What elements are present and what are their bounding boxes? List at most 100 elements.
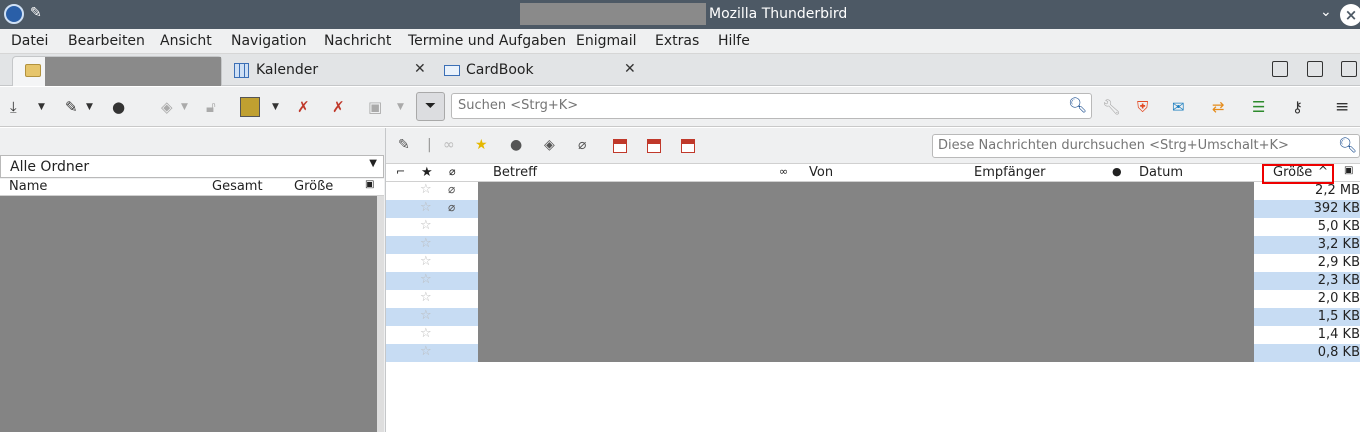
column-empfaenger[interactable]: Empfänger: [974, 165, 1046, 180]
star-icon[interactable]: ☆: [420, 218, 432, 233]
folder-scrollbar[interactable]: [377, 196, 384, 432]
message-size: 2,0 KB: [1317, 291, 1360, 306]
tasks-icon[interactable]: [1307, 61, 1323, 77]
unread-filter-icon[interactable]: ∞: [443, 137, 455, 153]
read-column-icon[interactable]: ∞: [779, 165, 788, 178]
dropdown-icon[interactable]: ▼: [397, 97, 404, 117]
message-size: 0,8 KB: [1317, 345, 1360, 360]
dropdown-icon[interactable]: ▼: [181, 97, 188, 117]
tab-kalender[interactable]: Kalender ✕: [226, 56, 434, 86]
star-icon[interactable]: ☆: [420, 182, 432, 197]
dropdown-icon[interactable]: ▼: [272, 97, 279, 117]
column-groesse-highlighted[interactable]: Größe ^: [1262, 164, 1334, 184]
column-betreff[interactable]: Betreff: [493, 165, 537, 180]
folder-tree-redacted[interactable]: [0, 196, 377, 432]
chevron-down-icon: ▼: [369, 158, 377, 169]
column-picker-icon[interactable]: ▣: [365, 179, 374, 190]
menu-ansicht[interactable]: Ansicht: [160, 33, 212, 49]
redacted-message-details: [478, 182, 1254, 362]
column-gesamt[interactable]: Gesamt: [212, 179, 263, 194]
star-icon[interactable]: ☆: [420, 236, 432, 251]
wrench-icon[interactable]: 🔧︎: [1102, 97, 1121, 117]
attachment-filter-icon[interactable]: ⌀: [578, 137, 586, 153]
close-tab-icon[interactable]: ✕: [414, 61, 426, 77]
star-filter-icon[interactable]: ★: [475, 137, 488, 153]
quick-filter-bar: ✎ | ∞ ★ ● ◈ ⌀ 🔍︎: [386, 128, 1360, 164]
tab-mail[interactable]: [12, 56, 222, 86]
message-pane: ✎ | ∞ ★ ● ◈ ⌀ 🔍︎ ⌐ ★ ⌀ Betreff ∞ Von Emp…: [386, 128, 1360, 432]
folder-icon: [25, 64, 41, 77]
tab-label: CardBook: [466, 62, 534, 78]
star-icon[interactable]: ☆: [420, 344, 432, 359]
close-tab-icon[interactable]: ✕: [624, 61, 636, 77]
thunderbird-icon: [4, 4, 24, 24]
star-column-icon[interactable]: ★: [421, 165, 433, 180]
menu-navigation[interactable]: Navigation: [231, 33, 307, 49]
column-von[interactable]: Von: [809, 165, 833, 180]
tab-bar: Kalender ✕ CardBook ✕: [0, 54, 1360, 86]
pin-icon[interactable]: ✎: [30, 5, 42, 21]
delete-icon[interactable]: ✗: [297, 97, 310, 117]
column-picker-icon[interactable]: ▣: [1344, 165, 1353, 176]
search-input[interactable]: [458, 98, 1058, 113]
thread-column-icon[interactable]: ⌐: [396, 165, 405, 178]
message-search[interactable]: 🔍︎: [932, 134, 1360, 158]
lock-icon[interactable]: 🔓︎: [206, 97, 216, 117]
attachment-column-icon[interactable]: ⌀: [449, 165, 456, 178]
get-messages-icon[interactable]: ⤓: [10, 97, 17, 117]
calendar-icon: [234, 63, 249, 78]
search-icon[interactable]: 🔍︎: [1338, 136, 1357, 154]
search-icon[interactable]: 🔍︎: [1068, 96, 1087, 114]
key-icon[interactable]: ⚷: [1292, 97, 1303, 117]
write-icon[interactable]: ✎: [65, 97, 78, 117]
tag-filter-icon[interactable]: ◈: [544, 137, 555, 153]
folder-pane: Alle Ordner ▼ Name Gesamt Größe ▣: [0, 128, 386, 432]
tab-cardbook[interactable]: CardBook ✕: [436, 56, 646, 86]
star-icon[interactable]: ☆: [420, 326, 432, 341]
sort-icon[interactable]: ☰: [1252, 97, 1265, 117]
menu-bar: Datei Bearbeiten Ansicht Navigation Nach…: [0, 29, 1360, 54]
star-icon[interactable]: ☆: [420, 254, 432, 269]
calendar-filter-icon[interactable]: [647, 139, 661, 153]
menu-icon[interactable]: ≡: [1335, 97, 1349, 117]
close-icon[interactable]: ×: [1340, 4, 1360, 26]
forward-icon[interactable]: ⇄: [1212, 97, 1225, 117]
pin-filter-icon[interactable]: ✎: [398, 137, 410, 153]
star-icon[interactable]: ☆: [420, 290, 432, 305]
column-name[interactable]: Name: [9, 179, 47, 194]
delete-all-icon[interactable]: ✗: [332, 97, 345, 117]
filter-icon[interactable]: ⏷: [416, 92, 445, 121]
menu-hilfe[interactable]: Hilfe: [718, 33, 750, 49]
image-icon[interactable]: [240, 97, 260, 117]
star-icon[interactable]: ☆: [420, 200, 432, 215]
menu-termine[interactable]: Termine und Aufgaben: [408, 33, 566, 49]
calendar-today-icon[interactable]: [1272, 61, 1288, 77]
addressbook-icon[interactable]: [1341, 61, 1357, 77]
calendar-add-icon[interactable]: ▣: [368, 97, 382, 117]
column-groesse[interactable]: Größe: [294, 179, 333, 194]
address-icon[interactable]: ●: [112, 97, 125, 117]
minimize-chevron-icon[interactable]: ⌄: [1320, 4, 1332, 20]
star-icon[interactable]: ☆: [420, 272, 432, 287]
html5-icon[interactable]: ⛨: [1137, 97, 1148, 117]
dropdown-icon[interactable]: ▼: [86, 97, 93, 117]
calendar-filter-icon[interactable]: [681, 139, 695, 153]
global-search[interactable]: 🔍︎: [451, 93, 1092, 119]
message-search-input[interactable]: [938, 138, 1338, 153]
tag-icon[interactable]: ◈: [161, 97, 173, 117]
menu-nachricht[interactable]: Nachricht: [324, 33, 391, 49]
star-icon[interactable]: ☆: [420, 308, 432, 323]
menu-datei[interactable]: Datei: [11, 33, 48, 49]
column-datum[interactable]: Datum: [1139, 165, 1183, 180]
menu-enigmail[interactable]: Enigmail: [576, 33, 637, 49]
folder-mode-select[interactable]: Alle Ordner ▼: [0, 155, 384, 178]
menu-extras[interactable]: Extras: [655, 33, 699, 49]
attachment-icon: ⌀: [448, 182, 456, 196]
calendar-filter-icon[interactable]: [613, 139, 627, 153]
send-icon[interactable]: ✉: [1172, 97, 1185, 117]
contact-filter-icon[interactable]: ●: [510, 137, 522, 153]
message-size: 5,0 KB: [1317, 219, 1360, 234]
menu-bearbeiten[interactable]: Bearbeiten: [68, 33, 145, 49]
junk-column-icon[interactable]: ●: [1112, 165, 1122, 178]
dropdown-icon[interactable]: ▼: [38, 97, 45, 117]
